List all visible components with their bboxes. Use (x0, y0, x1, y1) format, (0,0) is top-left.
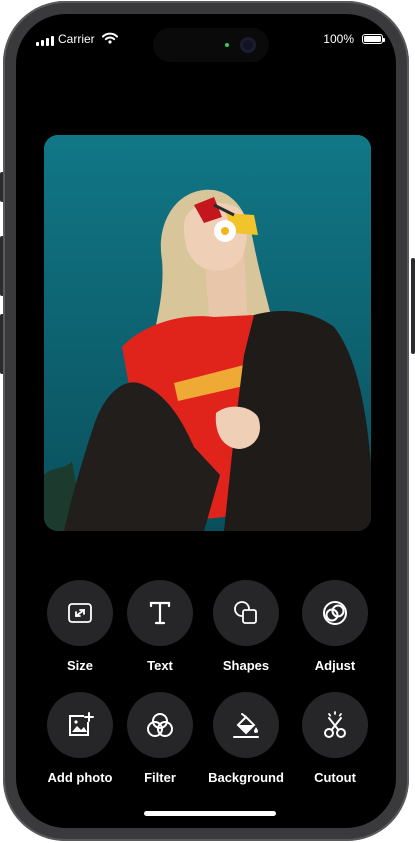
cutout-label: Cutout (314, 770, 356, 785)
photo-preview[interactable] (44, 135, 371, 531)
tool-background[interactable]: Background (201, 692, 291, 785)
add-photo-label: Add photo (47, 770, 113, 785)
background-button[interactable] (213, 692, 279, 758)
add-photo-icon (69, 712, 94, 736)
text-label: Text (147, 658, 173, 673)
adjust-icon (323, 601, 347, 625)
size-label: Size (66, 658, 93, 673)
tool-shapes[interactable]: Shapes (201, 580, 291, 673)
phone-frame: Carrier 100% Size Text Shapes Adjust Add… (3, 1, 409, 841)
front-camera (240, 37, 256, 53)
filter-button[interactable] (127, 692, 193, 758)
tool-filter[interactable]: Filter (115, 692, 205, 785)
shapes-icon (234, 601, 257, 624)
tool-text[interactable]: Text (115, 580, 205, 673)
cutout-scissors-icon (324, 711, 346, 738)
tool-size[interactable]: Size (35, 580, 125, 673)
shapes-button[interactable] (213, 580, 279, 646)
text-icon (149, 601, 171, 625)
signal-icon (36, 36, 54, 46)
size-button[interactable] (47, 580, 113, 646)
photo-illustration (44, 135, 371, 531)
home-indicator[interactable] (144, 811, 276, 816)
tool-add-photo[interactable]: Add photo (35, 692, 125, 785)
filter-label: Filter (144, 770, 176, 785)
privacy-indicator-dot (225, 43, 229, 47)
add-photo-button[interactable] (47, 692, 113, 758)
tool-cutout[interactable]: Cutout (290, 692, 380, 785)
shapes-label: Shapes (222, 658, 270, 673)
power-button (411, 258, 415, 354)
screen: Carrier 100% Size Text Shapes Adjust Add… (16, 14, 396, 828)
tool-adjust[interactable]: Adjust (290, 580, 380, 673)
adjust-label: Adjust (314, 658, 356, 673)
battery-percent: 100% (323, 32, 354, 46)
cutout-button[interactable] (302, 692, 368, 758)
background-label: Background (208, 770, 284, 785)
dynamic-island (153, 28, 269, 62)
battery-icon (362, 34, 385, 44)
text-button[interactable] (127, 580, 193, 646)
wifi-icon (102, 32, 118, 47)
background-fill-icon (233, 713, 259, 738)
adjust-button[interactable] (302, 580, 368, 646)
carrier-label: Carrier (58, 32, 95, 46)
battery-fill (364, 36, 381, 42)
filter-icon (147, 713, 173, 737)
resize-icon (68, 603, 92, 623)
